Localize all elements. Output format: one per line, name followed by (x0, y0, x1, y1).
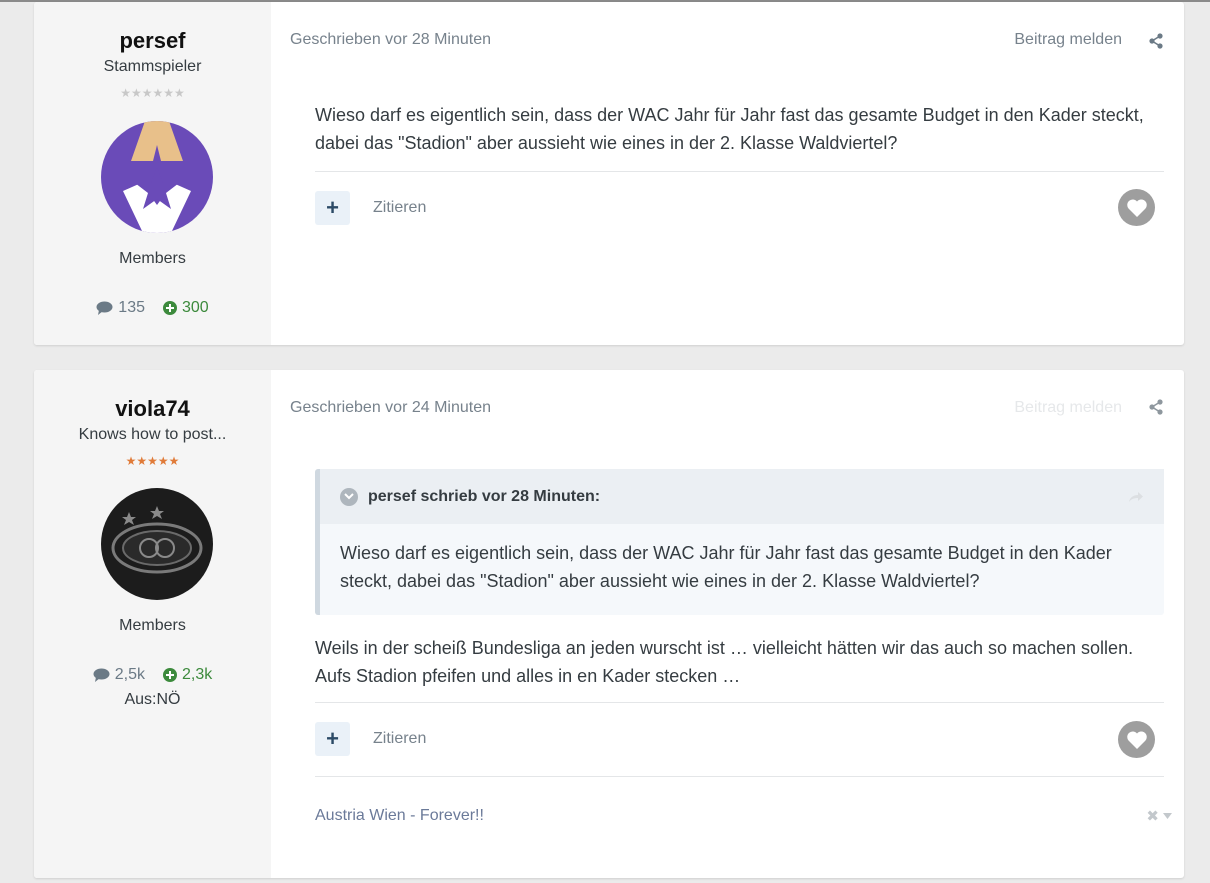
share-icon[interactable] (1148, 33, 1164, 49)
post-count-value: 2,5k (114, 666, 145, 683)
go-to-quote-icon[interactable] (1128, 491, 1144, 503)
post-count[interactable]: 135 (96, 299, 145, 317)
rank-stars: ★★★★★ (125, 454, 180, 468)
avatar[interactable] (101, 121, 213, 233)
reputation[interactable]: 300 (163, 299, 209, 317)
author-stats: 2,5k 2,3k (34, 666, 271, 684)
plus-circle-icon (163, 301, 177, 315)
post-timestamp[interactable]: Geschrieben vor 24 Minuten (290, 399, 491, 417)
reputation-value: 2,3k (182, 666, 213, 683)
quote-citation: persef schrieb vor 28 Minuten: (368, 487, 601, 505)
avatar[interactable] (101, 488, 213, 600)
author-group: Members (119, 250, 186, 267)
author-username[interactable]: viola74 (34, 396, 271, 422)
author-location: Aus:NÖ (124, 691, 181, 708)
like-button[interactable] (1118, 189, 1155, 226)
multiquote-button[interactable]: + (315, 191, 350, 225)
report-post-link[interactable]: Beitrag melden (1014, 399, 1122, 417)
author-rank: Stammspieler (103, 58, 202, 75)
reputation[interactable]: 2,3k (163, 666, 212, 684)
rank-stars: ★★★★★★ (120, 86, 185, 100)
post-body: Wieso darf es eigentlich sein, dass der … (315, 105, 1144, 153)
post-count-value: 135 (118, 299, 145, 316)
quote-button[interactable]: Zitieren (373, 199, 426, 217)
post-content: Geschrieben vor 28 Minuten Beitrag melde… (271, 2, 1184, 345)
heart-icon (1126, 730, 1147, 749)
caret-down-icon[interactable] (1163, 813, 1172, 819)
signature-divider (315, 776, 1164, 777)
report-post-link[interactable]: Beitrag melden (1014, 31, 1122, 49)
avatar-image (101, 488, 213, 600)
author-group: Members (119, 617, 186, 634)
multiquote-button[interactable]: + (315, 722, 350, 756)
comment-icon (93, 668, 110, 682)
signature-options[interactable]: ✖ (1146, 807, 1172, 825)
quote-block: persef schrieb vor 28 Minuten: Wieso dar… (315, 469, 1164, 615)
like-button[interactable] (1118, 721, 1155, 758)
divider (315, 171, 1164, 172)
author-panel: viola74 Knows how to post... ★★★★★ Membe… (34, 370, 271, 878)
reputation-value: 300 (182, 299, 209, 316)
quote-text: Wieso darf es eigentlich sein, dass der … (340, 543, 1112, 591)
author-rank: Knows how to post... (78, 426, 227, 443)
close-icon[interactable]: ✖ (1146, 807, 1159, 825)
quote-button[interactable]: Zitieren (373, 730, 426, 748)
post-count[interactable]: 2,5k (93, 666, 145, 684)
divider (315, 702, 1164, 703)
author-panel: persef Stammspieler ★★★★★★ Members 135 3… (34, 2, 271, 345)
avatar-image (101, 121, 213, 233)
post-timestamp[interactable]: Geschrieben vor 28 Minuten (290, 31, 491, 49)
share-icon[interactable] (1148, 399, 1164, 415)
chevron-down-icon[interactable] (340, 487, 358, 506)
post-content: Geschrieben vor 24 Minuten Beitrag melde… (271, 370, 1184, 878)
forum-post: persef Stammspieler ★★★★★★ Members 135 3… (34, 2, 1184, 345)
comment-icon (96, 301, 113, 315)
forum-post: viola74 Knows how to post... ★★★★★ Membe… (34, 370, 1184, 878)
signature-text: Austria Wien - Forever!! (315, 807, 484, 824)
author-username[interactable]: persef (34, 28, 271, 54)
quote-header: persef schrieb vor 28 Minuten: (320, 469, 1164, 524)
post-body: Weils in der scheiß Bundesliga an jeden … (315, 638, 1134, 686)
heart-icon (1126, 198, 1147, 217)
plus-circle-icon (163, 668, 177, 682)
author-stats: 135 300 (34, 299, 271, 317)
